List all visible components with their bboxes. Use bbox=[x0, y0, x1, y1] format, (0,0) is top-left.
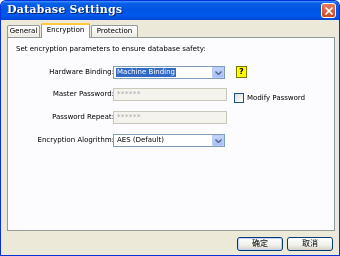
master-password-label: Master Password: bbox=[52, 90, 114, 98]
password-repeat-label: Password Repeat: bbox=[52, 113, 114, 121]
modify-password-checkbox[interactable] bbox=[234, 93, 244, 103]
hardware-binding-value: Machine Binding bbox=[116, 68, 176, 77]
help-icon[interactable]: ? bbox=[236, 66, 247, 78]
close-button[interactable] bbox=[321, 3, 336, 18]
encryption-algorithm-label: Encryption Alogrithm: bbox=[37, 136, 114, 144]
cancel-button[interactable]: 取消 bbox=[287, 237, 333, 251]
encryption-panel: Set encryption parameters to ensure data… bbox=[7, 37, 335, 231]
tab-general[interactable]: General bbox=[7, 25, 40, 37]
master-password-field[interactable]: ****** bbox=[113, 88, 227, 101]
tab-encryption[interactable]: Encryption bbox=[41, 23, 90, 38]
ok-button[interactable]: 确定 bbox=[237, 237, 283, 251]
dropdown-button[interactable] bbox=[212, 135, 224, 146]
encryption-algorithm-value: AES (Default) bbox=[117, 136, 164, 144]
chevron-down-icon bbox=[215, 71, 222, 75]
database-settings-dialog: Database Settings General Encryption Pro… bbox=[0, 0, 340, 256]
title-bar[interactable]: Database Settings bbox=[1, 1, 339, 20]
tab-protection[interactable]: Protection bbox=[91, 25, 138, 37]
intro-text: Set encryption parameters to ensure data… bbox=[16, 45, 206, 53]
close-icon bbox=[325, 7, 333, 15]
password-repeat-field[interactable]: ****** bbox=[113, 111, 227, 124]
hardware-binding-label: Hardware Binding: bbox=[49, 68, 114, 76]
window-title: Database Settings bbox=[7, 3, 123, 16]
modify-password-label[interactable]: Modify Password bbox=[247, 94, 305, 102]
encryption-algorithm-select[interactable]: AES (Default) bbox=[113, 134, 225, 147]
chevron-down-icon bbox=[215, 139, 222, 143]
hardware-binding-select[interactable]: Machine Binding bbox=[113, 66, 225, 79]
dropdown-button[interactable] bbox=[212, 67, 224, 78]
